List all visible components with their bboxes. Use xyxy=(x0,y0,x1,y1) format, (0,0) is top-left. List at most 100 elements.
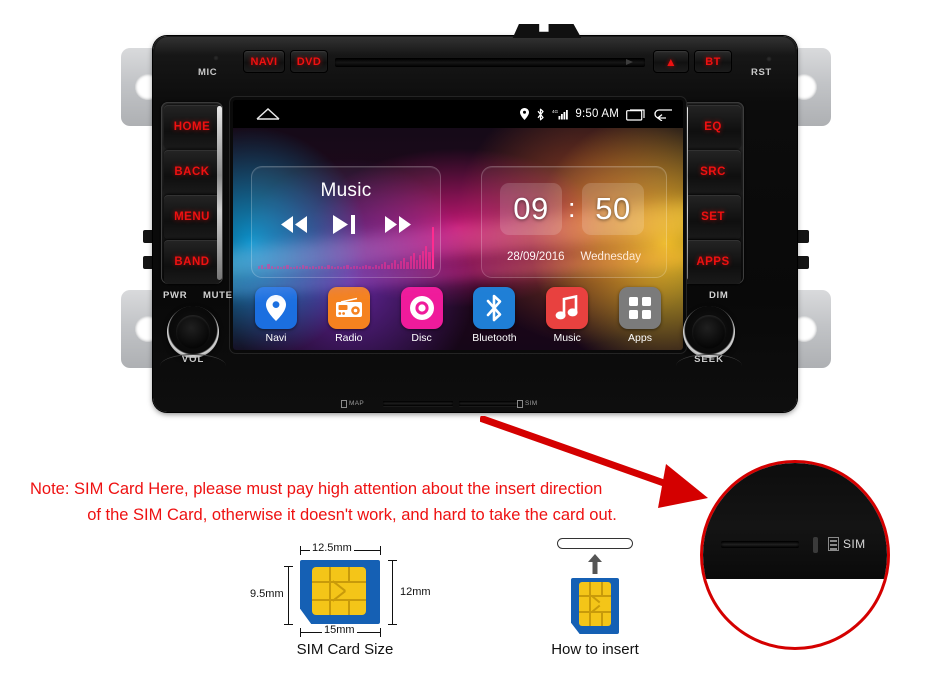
left-button-column: HOME BACK MENU BAND xyxy=(161,102,223,284)
reset-icon[interactable] xyxy=(766,56,772,62)
set-hard-button[interactable]: SET xyxy=(685,195,741,239)
clock-date: 28/09/2016 xyxy=(506,251,565,263)
left-dim-tick-bottom xyxy=(284,624,293,625)
sim-height-left-label: 9.5mm xyxy=(248,588,286,600)
map-slot-label: MAP xyxy=(349,400,364,407)
magnified-sim-label: SIM xyxy=(843,537,866,551)
screenshot-root: MIC NAVI DVD ▲ BT RST HOME BACK MENU BAN… xyxy=(0,0,950,680)
home-icon[interactable] xyxy=(255,107,281,120)
music-equalizer-visualizer xyxy=(258,227,434,269)
signal-bars-icon: 4G xyxy=(552,108,569,120)
app-label-radio: Radio xyxy=(335,332,363,344)
eq-hard-button[interactable]: EQ xyxy=(685,105,741,149)
clock-widget[interactable]: 09 : 50 28/09/2016 Wednesday xyxy=(481,166,667,278)
clock-weekday: Wednesday xyxy=(580,251,642,263)
app-disc[interactable]: Disc xyxy=(393,287,451,344)
music-widget[interactable]: Music xyxy=(251,166,441,278)
seek-knob-cap[interactable] xyxy=(692,315,726,349)
antenna-nub xyxy=(512,24,582,38)
sim-card-icon xyxy=(517,400,523,408)
sim-chip-contacts xyxy=(312,567,366,615)
app-bluetooth[interactable]: Bluetooth xyxy=(465,287,523,344)
microphone-icon xyxy=(213,55,219,61)
app-dock: Navi Radio Disc Bluetooth Music Apps xyxy=(233,287,683,344)
how-to-insert-diagram: How to insert xyxy=(535,534,655,658)
mute-label: MUTE xyxy=(203,290,233,301)
bluetooth-button[interactable]: BT xyxy=(694,50,732,73)
how-to-insert-caption: How to insert xyxy=(551,641,639,658)
android-status-bar: 4G 9:50 AM xyxy=(233,100,683,128)
apps-grid-icon[interactable] xyxy=(618,287,661,329)
right-dim-tick-top xyxy=(388,560,397,561)
right-dim-tick-bottom xyxy=(388,624,397,625)
map-card-slot[interactable] xyxy=(383,401,453,406)
card-slot-icon xyxy=(557,538,633,549)
bottom-dim-tick-left xyxy=(300,628,301,637)
volume-knob[interactable] xyxy=(167,306,219,358)
status-bar-clock: 9:50 AM xyxy=(575,108,619,120)
bluetooth-icon[interactable] xyxy=(473,287,516,329)
car-stereo-head-unit: MIC NAVI DVD ▲ BT RST HOME BACK MENU BAN… xyxy=(105,18,845,430)
eject-button[interactable]: ▲ xyxy=(653,50,689,73)
app-label-music: Music xyxy=(553,332,581,344)
bottom-dim-tick-right xyxy=(380,628,381,637)
back-hard-button[interactable]: BACK xyxy=(164,150,220,194)
disc-icon[interactable] xyxy=(400,287,443,329)
radio-icon[interactable] xyxy=(327,287,370,329)
right-button-column: EQ SRC SET APPS xyxy=(682,102,744,284)
card-slot-bar: MAP SIM xyxy=(335,396,538,412)
touchscreen-display[interactable]: 4G 9:50 AM Music 09: 50 28/09/2016 Wedn… xyxy=(233,100,683,350)
clock-date-row: 28/09/2016 Wednesday xyxy=(482,251,666,263)
sim-width-bottom-label: 15mm xyxy=(322,624,357,636)
sim-height-right-label: 12mm xyxy=(398,586,433,598)
left-dim-tick-top xyxy=(284,566,293,567)
clock-hours: 09 xyxy=(500,183,562,235)
right-dimension-line xyxy=(392,560,393,624)
app-label-apps: Apps xyxy=(628,332,652,344)
sim-slot-magnifier: SIM xyxy=(700,460,890,650)
dim-label: DIM xyxy=(709,290,729,301)
band-hard-button[interactable]: BAND xyxy=(164,240,220,284)
music-note-icon[interactable] xyxy=(546,287,589,329)
location-pin-icon xyxy=(520,108,530,120)
rst-label: RST xyxy=(751,67,772,78)
sim-card-slot[interactable] xyxy=(459,401,519,406)
menu-hard-button[interactable]: MENU xyxy=(164,195,220,239)
app-label-navi: Navi xyxy=(265,332,287,344)
vol-label: VOL xyxy=(181,354,205,365)
dvd-button[interactable]: DVD xyxy=(290,50,328,73)
app-music[interactable]: Music xyxy=(538,287,596,344)
magnifier-panel-surface: SIM xyxy=(703,463,887,579)
magnified-sim-slot xyxy=(721,541,799,548)
disc-slot[interactable] xyxy=(335,58,645,67)
sim-size-caption: SIM Card Size xyxy=(296,641,394,658)
src-hard-button[interactable]: SRC xyxy=(685,150,741,194)
app-radio[interactable]: Radio xyxy=(320,287,378,344)
apps-hard-button[interactable]: APPS xyxy=(685,240,741,284)
app-label-disc: Disc xyxy=(411,332,432,344)
up-arrow-icon xyxy=(588,554,602,574)
recents-icon[interactable] xyxy=(626,108,646,121)
seek-label: SEEK xyxy=(694,354,724,365)
magnified-sim-card-icon xyxy=(828,537,839,551)
magnified-pinhole xyxy=(813,537,818,553)
sim-chip-contacts-small xyxy=(579,582,611,626)
top-dim-tick-right xyxy=(380,546,381,555)
note-line-2: of the SIM Card, otherwise it doesn't wo… xyxy=(87,506,617,524)
top-control-strip: MIC NAVI DVD ▲ BT RST xyxy=(153,46,797,94)
location-pin-icon[interactable] xyxy=(255,287,297,329)
pwr-label: PWR xyxy=(163,290,188,301)
left-dimension-line xyxy=(288,566,289,624)
sim-card-size-diagram: 12.5mm 15mm 9.5mm 12mm SIM Card Size xyxy=(248,536,440,658)
app-navi[interactable]: Navi xyxy=(247,287,305,344)
volume-knob-cap[interactable] xyxy=(176,315,210,349)
seek-knob[interactable] xyxy=(683,306,735,358)
map-card-icon xyxy=(341,400,347,408)
navi-button[interactable]: NAVI xyxy=(243,50,285,73)
sim-slot-label: SIM xyxy=(525,400,538,407)
music-widget-title: Music xyxy=(320,180,372,201)
home-hard-button[interactable]: HOME xyxy=(164,105,220,149)
app-apps[interactable]: Apps xyxy=(611,287,669,344)
clock-separator: : xyxy=(568,193,576,223)
back-arrow-icon[interactable] xyxy=(653,108,673,121)
